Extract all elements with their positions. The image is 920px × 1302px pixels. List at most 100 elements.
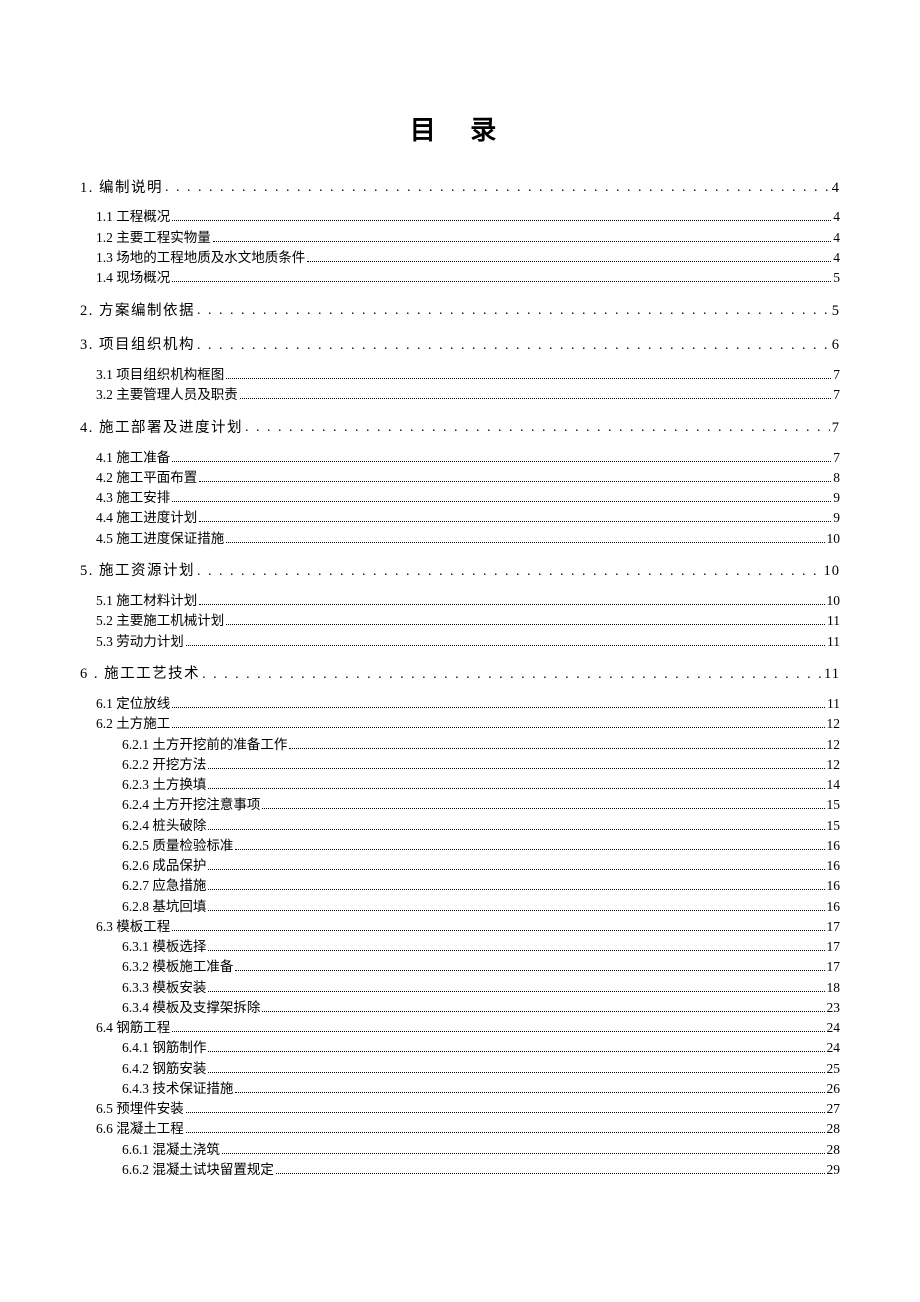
toc-label: 3.2 主要管理人员及职责 bbox=[96, 385, 238, 405]
toc-page: 11 bbox=[827, 694, 840, 714]
toc-page: 7 bbox=[833, 385, 840, 405]
toc-page: 16 bbox=[827, 876, 841, 896]
toc-page: 12 bbox=[827, 714, 841, 734]
toc-leader bbox=[226, 624, 825, 625]
toc-page: 15 bbox=[827, 816, 841, 836]
toc-leader bbox=[208, 950, 824, 951]
toc-page: 16 bbox=[827, 856, 841, 876]
toc-page: 12 bbox=[827, 735, 841, 755]
toc-label: 6.2.5 质量检验标准 bbox=[122, 836, 233, 856]
toc-label: 4. 施工部署及进度计划 bbox=[80, 418, 243, 440]
toc-leader bbox=[222, 1153, 825, 1154]
toc-entry: 6.5 预埋件安装27 bbox=[80, 1099, 840, 1119]
toc-entry: 6.2.5 质量检验标准 16 bbox=[80, 836, 840, 856]
toc-entry: 6.6.2 混凝土试块留置规定29 bbox=[80, 1160, 840, 1180]
toc-page: 28 bbox=[827, 1119, 841, 1139]
toc-entry: 2. 方案编制依据5 bbox=[80, 300, 840, 322]
toc-entry: 4.4 施工进度计划9 bbox=[80, 508, 840, 528]
toc-entry: 4.5 施工进度保证措施10 bbox=[80, 529, 840, 549]
toc-entry: 6.3.4 模板及支撑架拆除23 bbox=[80, 998, 840, 1018]
toc-leader bbox=[307, 261, 831, 262]
toc-entry: 5.1 施工材料计划10 bbox=[80, 591, 840, 611]
toc-leader bbox=[262, 808, 824, 809]
toc-entry: 6.3.3 模板安装 18 bbox=[80, 978, 840, 998]
toc-label: 5.1 施工材料计划 bbox=[96, 591, 197, 611]
toc-label: 1.3 场地的工程地质及水文地质条件 bbox=[96, 248, 305, 268]
toc-entry: 6.4.2 钢筋安装25 bbox=[80, 1059, 840, 1079]
toc-leader bbox=[226, 378, 831, 379]
toc-leader bbox=[165, 177, 830, 192]
toc-page: 4 bbox=[833, 248, 840, 268]
toc-page: 17 bbox=[827, 957, 841, 977]
toc-leader bbox=[208, 869, 824, 870]
toc-entry: 6.3.2 模板施工准备17 bbox=[80, 957, 840, 977]
toc-label: 6.3.1 模板选择 bbox=[122, 937, 206, 957]
toc-page: 17 bbox=[827, 917, 841, 937]
toc-entry: 3.1 项目组织机构框图7 bbox=[80, 365, 840, 385]
toc-label: 6.1 定位放线 bbox=[96, 694, 170, 714]
toc-page: 5 bbox=[832, 301, 840, 323]
toc-entry: 6.3 模板工程 17 bbox=[80, 917, 840, 937]
toc-leader bbox=[208, 1051, 824, 1052]
toc-page: 16 bbox=[827, 836, 841, 856]
toc-entry: 4. 施工部署及进度计划7 bbox=[80, 417, 840, 439]
toc-entry: 4.1 施工准备7 bbox=[80, 448, 840, 468]
toc-label: 6.2.4 土方开挖注意事项 bbox=[122, 795, 260, 815]
toc-page: 4 bbox=[833, 207, 840, 227]
toc-entry: 6.6 混凝土工程28 bbox=[80, 1119, 840, 1139]
toc-leader bbox=[199, 521, 831, 522]
toc-label: 6.3.3 模板安装 bbox=[122, 978, 206, 998]
toc-entry: 5.3 劳动力计划11 bbox=[80, 632, 840, 652]
toc-leader bbox=[172, 220, 831, 221]
toc-entry: 6.2.2 开挖方法 12 bbox=[80, 755, 840, 775]
toc-entry: 1.2 主要工程实物量4 bbox=[80, 228, 840, 248]
toc-label: 3.1 项目组织机构框图 bbox=[96, 365, 224, 385]
toc-entry: 6.2.8 基坑回填16 bbox=[80, 897, 840, 917]
toc-leader bbox=[208, 1072, 824, 1073]
toc-label: 6.3 模板工程 bbox=[96, 917, 170, 937]
toc-label: 3. 项目组织机构 bbox=[80, 335, 195, 357]
toc-entry: 6.2.7 应急措施16 bbox=[80, 876, 840, 896]
toc-leader bbox=[262, 1011, 824, 1012]
toc-label: 6.4.3 技术保证措施 bbox=[122, 1079, 233, 1099]
toc-entry: 6.1 定位放线 11 bbox=[80, 694, 840, 714]
toc-label: 6.4 钢筋工程 bbox=[96, 1018, 170, 1038]
toc-entry: 6 . 施工工艺技术11 bbox=[80, 664, 840, 686]
toc-page: 29 bbox=[827, 1160, 841, 1180]
toc-page: 12 bbox=[827, 755, 841, 775]
toc-leader bbox=[186, 1132, 825, 1133]
toc-label: 6.2.8 基坑回填 bbox=[122, 897, 206, 917]
toc-leader bbox=[172, 461, 831, 462]
toc-page: 11 bbox=[827, 611, 840, 631]
toc-leader bbox=[197, 561, 822, 576]
toc-leader bbox=[208, 991, 824, 992]
toc-page: 11 bbox=[827, 632, 840, 652]
toc-entry: 6.4 钢筋工程 24 bbox=[80, 1018, 840, 1038]
toc-entry: 1.3 场地的工程地质及水文地质条件 4 bbox=[80, 248, 840, 268]
toc-entry: 6.6.1 混凝土浇筑28 bbox=[80, 1140, 840, 1160]
toc-entry: 3.2 主要管理人员及职责 7 bbox=[80, 385, 840, 405]
toc-leader bbox=[240, 398, 832, 399]
toc-page: 10 bbox=[827, 529, 841, 549]
toc-page: 14 bbox=[827, 775, 841, 795]
toc-page: 9 bbox=[833, 488, 840, 508]
toc-leader bbox=[226, 542, 824, 543]
toc-page: 7 bbox=[833, 448, 840, 468]
page-title: 目 录 bbox=[80, 110, 840, 147]
toc-leader bbox=[172, 501, 831, 502]
toc-page: 4 bbox=[832, 178, 840, 200]
toc-page: 18 bbox=[827, 978, 841, 998]
toc-leader bbox=[208, 910, 824, 911]
toc-leader bbox=[172, 727, 824, 728]
toc-page: 24 bbox=[827, 1018, 841, 1038]
toc-entry: 6.4.1 钢筋制作24 bbox=[80, 1038, 840, 1058]
toc-page: 5 bbox=[833, 268, 840, 288]
toc-entry: 6.2.6 成品保护16 bbox=[80, 856, 840, 876]
toc-label: 6.2.2 开挖方法 bbox=[122, 755, 206, 775]
toc-label: 5.2 主要施工机械计划 bbox=[96, 611, 224, 631]
toc-page: 6 bbox=[832, 335, 840, 357]
toc-leader bbox=[289, 748, 824, 749]
toc-page: 28 bbox=[827, 1140, 841, 1160]
toc-entry: 1.1 工程概况4 bbox=[80, 207, 840, 227]
toc-label: 6.3.4 模板及支撑架拆除 bbox=[122, 998, 260, 1018]
